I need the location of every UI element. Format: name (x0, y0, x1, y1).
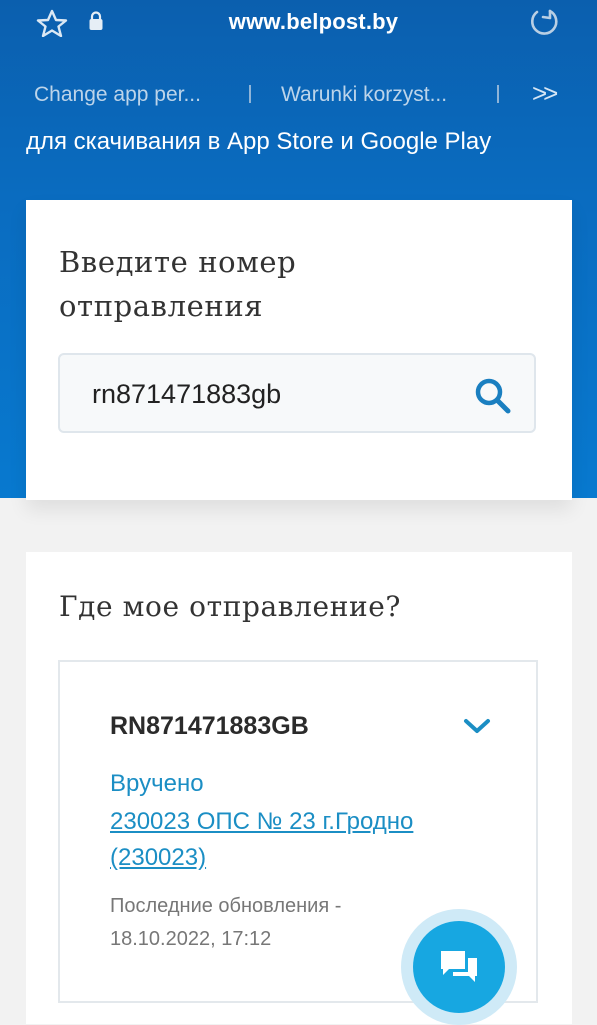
browser-address-bar: www.belpost.by (0, 0, 597, 46)
last-update-text: Последние обновления - 18.10.2022, 17:12 (110, 895, 342, 950)
chat-icon (441, 951, 477, 982)
search-card: Введите номер отправления rn871471883gb (26, 200, 572, 500)
chat-button[interactable] (401, 909, 517, 1025)
tracking-number: RN871471883GB (110, 712, 309, 740)
shortcut-item[interactable]: Warunki korzyst... (281, 83, 447, 107)
url-text[interactable]: www.belpost.by (0, 9, 597, 35)
shortcut-bar: Change app per... Warunki korzyst... >> (0, 66, 597, 126)
chat-button-core[interactable] (413, 921, 505, 1013)
search-label: Введите номер отправления (59, 245, 297, 323)
search-value[interactable]: rn871471883gb (92, 379, 281, 410)
divider (249, 85, 251, 103)
more-shortcuts-button[interactable]: >> (532, 78, 558, 109)
result-heading: Где мое отправление? (59, 590, 402, 623)
tracking-search-input[interactable]: rn871471883gb (58, 353, 536, 433)
app-promo-text: для скачивания в App Store и Google Play (26, 128, 492, 155)
shortcut-item[interactable]: Change app per... (34, 83, 201, 107)
chevron-down-icon[interactable] (462, 716, 492, 736)
delivery-status[interactable]: Вручено (110, 770, 204, 798)
search-icon[interactable] (472, 375, 514, 417)
post-office-link[interactable]: 230023 ОПС № 23 г.Гродно (230023) (110, 804, 470, 876)
reload-icon[interactable] (528, 6, 560, 38)
divider (497, 85, 499, 103)
